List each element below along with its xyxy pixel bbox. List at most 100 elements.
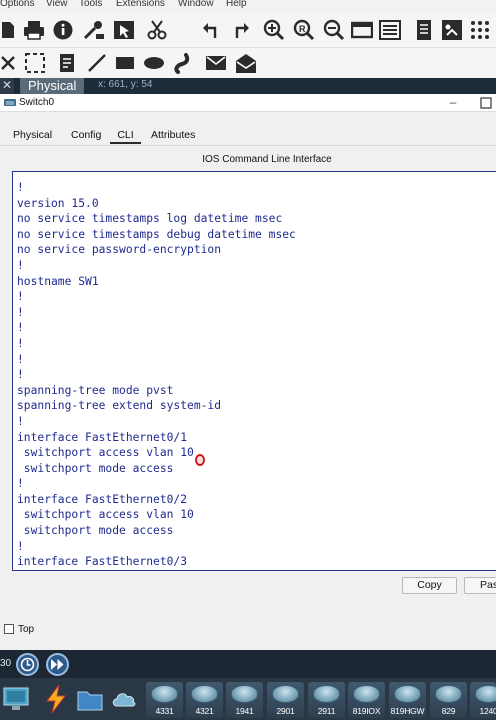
terminal-line: spanning-tree mode pvst [17, 383, 174, 397]
add-complex-pdu-icon[interactable] [234, 51, 258, 75]
mouse-cursor-indicator [195, 454, 205, 466]
tab-cli[interactable]: CLI [110, 126, 141, 144]
device-label: 819HGW [390, 706, 425, 716]
tab-physical[interactable]: Physical [13, 126, 52, 144]
tab-config[interactable]: Config [71, 126, 101, 144]
workspace-close-icon[interactable]: ✕ [0, 78, 14, 94]
device-4321[interactable]: 4321 [186, 682, 223, 718]
menu-help[interactable]: Help [226, 0, 247, 9]
device-2911[interactable]: 2911 [308, 682, 345, 718]
palette-icon[interactable] [440, 18, 464, 42]
simulation-bar: 30 [0, 650, 496, 678]
pc-monitor-icon[interactable] [2, 684, 30, 714]
router-icon [231, 685, 258, 703]
copy-button[interactable]: Copy [402, 577, 457, 594]
menu-window[interactable]: Window [178, 0, 214, 9]
terminal-line: ! [17, 352, 24, 366]
cursor-coordinates: x: 661, y: 54 [98, 79, 153, 90]
folder-icon[interactable] [76, 684, 104, 714]
terminal-line: switchport access vlan 10 [17, 446, 194, 460]
terminal-line: switchport mode access [17, 524, 174, 538]
redo-icon[interactable] [228, 19, 252, 41]
terminal-line: version 15.0 [17, 196, 99, 210]
menu-bar: Options View Tools Extensions Window Hel… [0, 0, 496, 12]
device-palette: 4331 4321 1941 2901 2911 819IOX 819HGW 8… [0, 678, 496, 720]
menu-extensions[interactable]: Extensions [116, 0, 165, 9]
router-icon [394, 685, 421, 703]
custom-devices-icon[interactable] [378, 19, 402, 41]
menu-view[interactable]: View [46, 0, 68, 9]
info-icon[interactable] [52, 19, 74, 41]
device-label: 819IOX [352, 706, 381, 716]
marquee-select-icon[interactable] [24, 52, 46, 74]
terminal-output: ! version 15.0 no service timestamps log d… [17, 180, 296, 570]
terminal-line: spanning-tree extend system-id [17, 399, 222, 413]
drawing-toolbar [0, 48, 496, 78]
terminal-line: ! [17, 477, 24, 491]
line-tool-icon[interactable] [86, 52, 108, 74]
dot-grid-icon[interactable] [468, 18, 496, 42]
device-label: 1941 [235, 706, 254, 716]
router-icon [353, 685, 380, 703]
device-2901[interactable]: 2901 [267, 682, 304, 718]
lightning-connection-icon[interactable] [42, 684, 70, 714]
select-tool-icon[interactable] [112, 19, 136, 41]
device-label: 2911 [317, 706, 336, 716]
device-label: 829 [441, 706, 456, 716]
terminal-line: ! [17, 539, 24, 553]
menu-options[interactable]: Options [0, 0, 34, 9]
terminal-line: switchport mode access [17, 461, 174, 475]
zoom-reset-icon[interactable]: R [292, 18, 316, 42]
add-simple-pdu-icon[interactable] [204, 52, 228, 74]
zoom-in-icon[interactable] [262, 18, 286, 42]
top-checkbox[interactable] [4, 624, 14, 634]
terminal-line: ! [17, 368, 24, 382]
fast-forward-icon[interactable] [46, 653, 69, 676]
router-icon [272, 685, 299, 703]
realtime-clock-icon[interactable] [16, 653, 39, 676]
doc-list-icon[interactable] [414, 18, 434, 42]
terminal-line: no service timestamps log datetime msec [17, 212, 283, 226]
device-window: Switch0 – Physical Config CLI Attributes… [0, 94, 496, 650]
minimize-button[interactable]: – [446, 96, 460, 110]
freeform-tool-icon[interactable] [172, 51, 194, 75]
cloud-icon[interactable] [110, 684, 138, 714]
device-819hgw[interactable]: 819HGW [389, 682, 426, 718]
rectangle-tool-icon[interactable] [114, 54, 136, 72]
paste-button[interactable]: Paste [464, 577, 496, 594]
svg-text:R: R [299, 24, 306, 34]
cli-terminal[interactable]: ! version 15.0 no service timestamps log d… [12, 171, 496, 571]
switch-app-icon [4, 99, 16, 106]
zoom-out-icon[interactable] [322, 18, 346, 42]
terminal-line: no service timestamps debug datetime mse… [17, 227, 296, 241]
terminal-line: switchport access vlan 10 [17, 508, 194, 522]
router-icon [475, 685, 496, 703]
cli-header: IOS Command Line Interface [202, 154, 332, 165]
close-icon[interactable] [0, 53, 16, 73]
undo-icon[interactable] [200, 19, 224, 41]
tab-attributes[interactable]: Attributes [151, 126, 195, 144]
terminal-line: no service password-encryption [17, 243, 222, 257]
ellipse-tool-icon[interactable] [142, 54, 166, 72]
print-icon[interactable] [22, 19, 46, 41]
terminal-line: ! [17, 414, 24, 428]
network-wizard-icon[interactable] [82, 19, 106, 41]
cut-icon[interactable] [146, 19, 168, 41]
main-toolbar: R [0, 12, 496, 48]
window-title: Switch0 [19, 97, 55, 108]
device-819iox[interactable]: 819IOX [348, 682, 385, 718]
device-1941[interactable]: 1941 [226, 682, 263, 718]
place-note-icon[interactable] [58, 52, 76, 74]
terminal-line: ! [17, 258, 24, 272]
new-file-icon[interactable] [0, 20, 16, 40]
device-4331[interactable]: 4331 [146, 682, 183, 718]
device-label: 4321 [195, 706, 214, 716]
physical-workspace-tab[interactable]: Physical [20, 78, 85, 94]
device-1240[interactable]: 1240 [470, 682, 496, 718]
workspace-bar: ✕ Physical x: 661, y: 54 [0, 78, 496, 94]
menu-tools[interactable]: Tools [79, 0, 102, 9]
maximize-button[interactable] [480, 97, 492, 109]
drawing-palette-icon[interactable] [350, 19, 374, 41]
terminal-line: hostname SW1 [17, 274, 99, 288]
device-829[interactable]: 829 [430, 682, 467, 718]
